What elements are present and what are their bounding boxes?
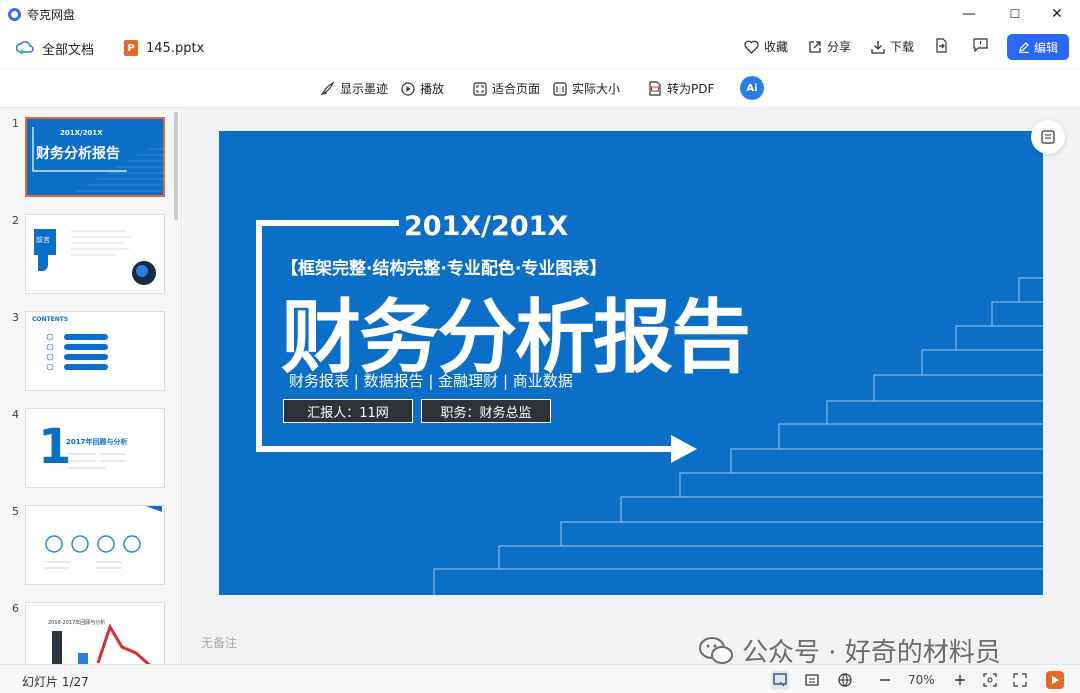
title-bar: 夸克网盘: [0, 0, 1080, 28]
globe-icon: [838, 673, 852, 687]
thumbnail-number: 1: [12, 117, 19, 130]
thumbnail-number: 4: [12, 408, 19, 421]
actual-size-icon: [553, 81, 567, 96]
feedback-button[interactable]: [973, 38, 988, 52]
play-label: 播放: [420, 82, 445, 96]
thumbnail-number: 6: [12, 602, 19, 615]
normal-view-button[interactable]: [771, 671, 789, 689]
thumbnail-title: 财务分析报告: [36, 146, 120, 162]
position-box: 职务：财务总监: [421, 399, 551, 423]
close-button[interactable]: ✕: [1034, 0, 1080, 28]
edit-button[interactable]: 编辑: [1007, 34, 1069, 60]
slideshow-button[interactable]: [1046, 671, 1064, 689]
play-slideshow-icon: [1052, 676, 1059, 684]
file-breadcrumb: P 145.pptx: [124, 40, 204, 56]
thumbnail-item[interactable]: 4 1 2017年回顾与分析: [0, 408, 175, 492]
all-docs-link[interactable]: 全部文档: [16, 39, 94, 58]
thumbnail-preview: CONTENTS: [25, 311, 165, 391]
feedback-icon: [973, 38, 988, 52]
download-button[interactable]: 下载: [871, 38, 914, 55]
normal-view-icon: [773, 673, 787, 687]
thumbnail-item[interactable]: 1 201X/201X 财务分析报告: [0, 117, 175, 201]
notes-placeholder[interactable]: 无备注: [201, 634, 237, 651]
actual-size-label: 实际大小: [572, 82, 621, 96]
zoom-in-button[interactable]: [951, 671, 969, 689]
pdf-icon: [649, 81, 661, 96]
app-logo-icon: [8, 7, 21, 21]
thumbnail-preview: 前言: [25, 214, 165, 294]
cloud-icon: [16, 41, 34, 54]
thumbnail-item[interactable]: 2 前言: [0, 214, 175, 298]
fullscreen-button[interactable]: [1011, 671, 1029, 689]
share-icon: [809, 40, 821, 53]
play-icon: [401, 81, 415, 96]
favorite-button[interactable]: 收藏: [744, 38, 788, 55]
globe-view-button[interactable]: [836, 671, 854, 689]
minimize-button[interactable]: —: [946, 0, 992, 28]
reporter-box: 汇报人：11网: [283, 399, 413, 423]
slide-year: 201X/201X: [404, 211, 569, 242]
zoom-level[interactable]: 70%: [908, 673, 935, 687]
thumbnail-view-icon: [1041, 130, 1055, 144]
fit-page-icon: [473, 81, 487, 96]
wechat-icon: [699, 636, 733, 664]
convert-pdf-button[interactable]: 转为PDF: [648, 80, 714, 97]
all-docs-label: 全部文档: [42, 42, 95, 58]
pencil-icon: [1018, 42, 1029, 53]
thumbnail-item[interactable]: 6 2016-2017年回顾与分析: [0, 602, 175, 664]
favorite-label: 收藏: [764, 40, 789, 54]
pptx-file-icon: P: [124, 40, 139, 56]
fullscreen-icon: [1013, 673, 1027, 687]
play-button[interactable]: 播放: [401, 80, 444, 97]
show-ink-label: 显示墨迹: [340, 82, 389, 96]
download-icon: [871, 40, 885, 54]
notes-icon: [805, 674, 819, 686]
actual-size-button[interactable]: 实际大小: [553, 80, 620, 97]
fit-page-label: 适合页面: [492, 82, 541, 96]
status-bar: 幻灯片 1/27 70%: [0, 664, 1080, 693]
thumbnail-sidebar[interactable]: 1 201X/201X 财务分析报告 2 前言 3 CONTENTS 4 1 2…: [0, 108, 182, 664]
thumbnail-number: 3: [12, 311, 19, 324]
zoom-out-button[interactable]: [876, 671, 894, 689]
export-button[interactable]: [934, 38, 948, 53]
ai-assistant-button[interactable]: Ai: [740, 76, 764, 100]
share-button[interactable]: 分享: [808, 38, 851, 55]
convert-pdf-label: 转为PDF: [667, 82, 715, 96]
slide-thumbnail-toggle-button[interactable]: [1031, 120, 1065, 154]
minus-icon: [880, 679, 890, 681]
slide-subtitle: 财务报表 | 数据报告 | 金融理财 | 商业数据: [289, 372, 573, 390]
maximize-button[interactable]: ☐: [992, 0, 1038, 28]
notes-view-button[interactable]: [803, 671, 821, 689]
download-label: 下载: [890, 40, 915, 54]
viewer-toolbar: 显示墨迹 播放 适合页面 实际大小 转为PDF: [0, 68, 1080, 108]
fit-window-icon: [983, 673, 997, 687]
edit-label: 编辑: [1033, 40, 1058, 55]
thumbnail-year: 201X/201X: [60, 129, 103, 137]
slide-counter: 幻灯片 1/27: [22, 675, 89, 689]
thumbnail-number: 5: [12, 505, 19, 518]
thumbnail-preview: [25, 505, 165, 585]
ink-pen-icon: [320, 81, 335, 96]
thumbnail-preview: 1 2017年回顾与分析: [25, 408, 165, 488]
share-label: 分享: [827, 40, 852, 54]
file-name: 145.pptx: [146, 40, 205, 56]
show-ink-button[interactable]: 显示墨迹: [320, 80, 388, 97]
thumbnail-item[interactable]: 5: [0, 505, 175, 589]
thumbnail-item[interactable]: 3 CONTENTS: [0, 311, 175, 395]
thumbnail-preview: 201X/201X 财务分析报告: [25, 117, 165, 197]
thumbnail-number: 2: [12, 214, 19, 227]
export-file-icon: [936, 38, 947, 53]
thumbnail-preview: 2016-2017年回顾与分析: [25, 602, 165, 664]
sidebar-scrollbar[interactable]: [174, 112, 178, 220]
app-title: 夸克网盘: [27, 7, 76, 22]
top-bar: 全部文档 P 145.pptx: [0, 28, 1080, 68]
heart-icon: [744, 40, 759, 54]
fit-window-button[interactable]: [981, 671, 999, 689]
slide-canvas: 201X/201X 【框架完整·结构完整·专业配色·专业图表】 财务分析报告 财…: [219, 131, 1043, 595]
plus-icon: [955, 675, 965, 685]
fit-page-button[interactable]: 适合页面: [473, 80, 540, 97]
